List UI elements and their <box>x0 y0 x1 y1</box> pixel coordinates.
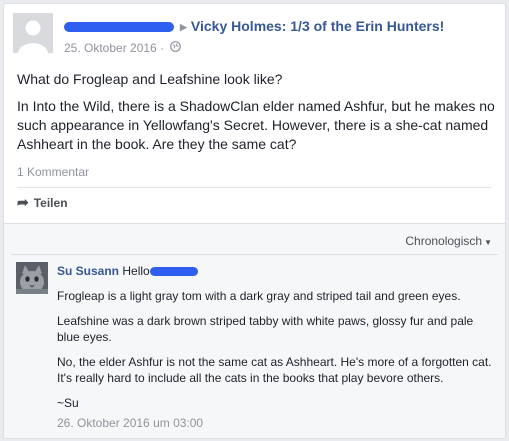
comment-timestamp[interactable]: 26. Oktober 2016 um 03:00 <box>57 415 497 431</box>
sort-label: Chronologisch <box>405 234 483 248</box>
post-body: What do Frogleap and Leafshine look like… <box>17 70 497 162</box>
meta-separator: · <box>160 41 165 55</box>
comment-header: Su Susann Hello <box>57 263 497 279</box>
globe-icon[interactable] <box>170 41 182 55</box>
sort-dropdown[interactable]: Chronologisch ▼ <box>405 234 492 248</box>
divider <box>11 254 498 255</box>
comment-paragraph: No, the elder Ashfur is not the same cat… <box>57 355 492 385</box>
share-button[interactable]: ➦ Teilen <box>17 194 68 211</box>
post-paragraph: In Into the Wild, there is a ShadowClan … <box>17 98 495 152</box>
share-arrow-icon: ➦ <box>17 194 29 210</box>
default-avatar-icon <box>13 13 53 53</box>
commenter-name[interactable]: Su Susann <box>57 264 119 278</box>
triangle-right-icon: ▶ <box>180 22 187 32</box>
page-name-link[interactable]: Vicky Holmes: 1/3 of the Erin Hunters! <box>191 18 444 34</box>
comment-greeting: Hello <box>122 264 150 278</box>
redacted-author-name[interactable] <box>64 22 174 33</box>
comment-paragraph: Frogleap is a light gray tom with a dark… <box>57 289 461 303</box>
cat-photo <box>16 262 48 294</box>
comment-paragraph: Leafshine was a dark brown striped tabby… <box>57 314 474 344</box>
comments-section: Chronologisch ▼ Su Susann Hello Frogleap … <box>4 223 505 438</box>
commenter-avatar[interactable] <box>16 262 48 294</box>
post-date[interactable]: 25. Oktober 2016 <box>64 41 157 55</box>
share-label: Teilen <box>33 196 68 210</box>
post-meta: 25. Oktober 2016 · <box>64 41 182 55</box>
post-header: ▶ Vicky Holmes: 1/3 of the Erin Hunters! … <box>4 4 505 64</box>
divider <box>17 187 492 188</box>
author-avatar[interactable] <box>13 13 53 53</box>
post-card: ▶ Vicky Holmes: 1/3 of the Erin Hunters! … <box>3 3 506 439</box>
redacted-mention[interactable] <box>149 267 198 277</box>
comment: Su Susann Hello Frogleap is a light gray… <box>57 263 497 431</box>
post-paragraph: What do Frogleap and Leafshine look like… <box>17 71 283 87</box>
caret-down-icon: ▼ <box>484 238 492 247</box>
comment-count[interactable]: 1 Kommentar <box>17 165 89 179</box>
post-author-line: ▶ Vicky Holmes: 1/3 of the Erin Hunters! <box>64 18 444 34</box>
comment-signature: ~Su <box>57 396 79 410</box>
